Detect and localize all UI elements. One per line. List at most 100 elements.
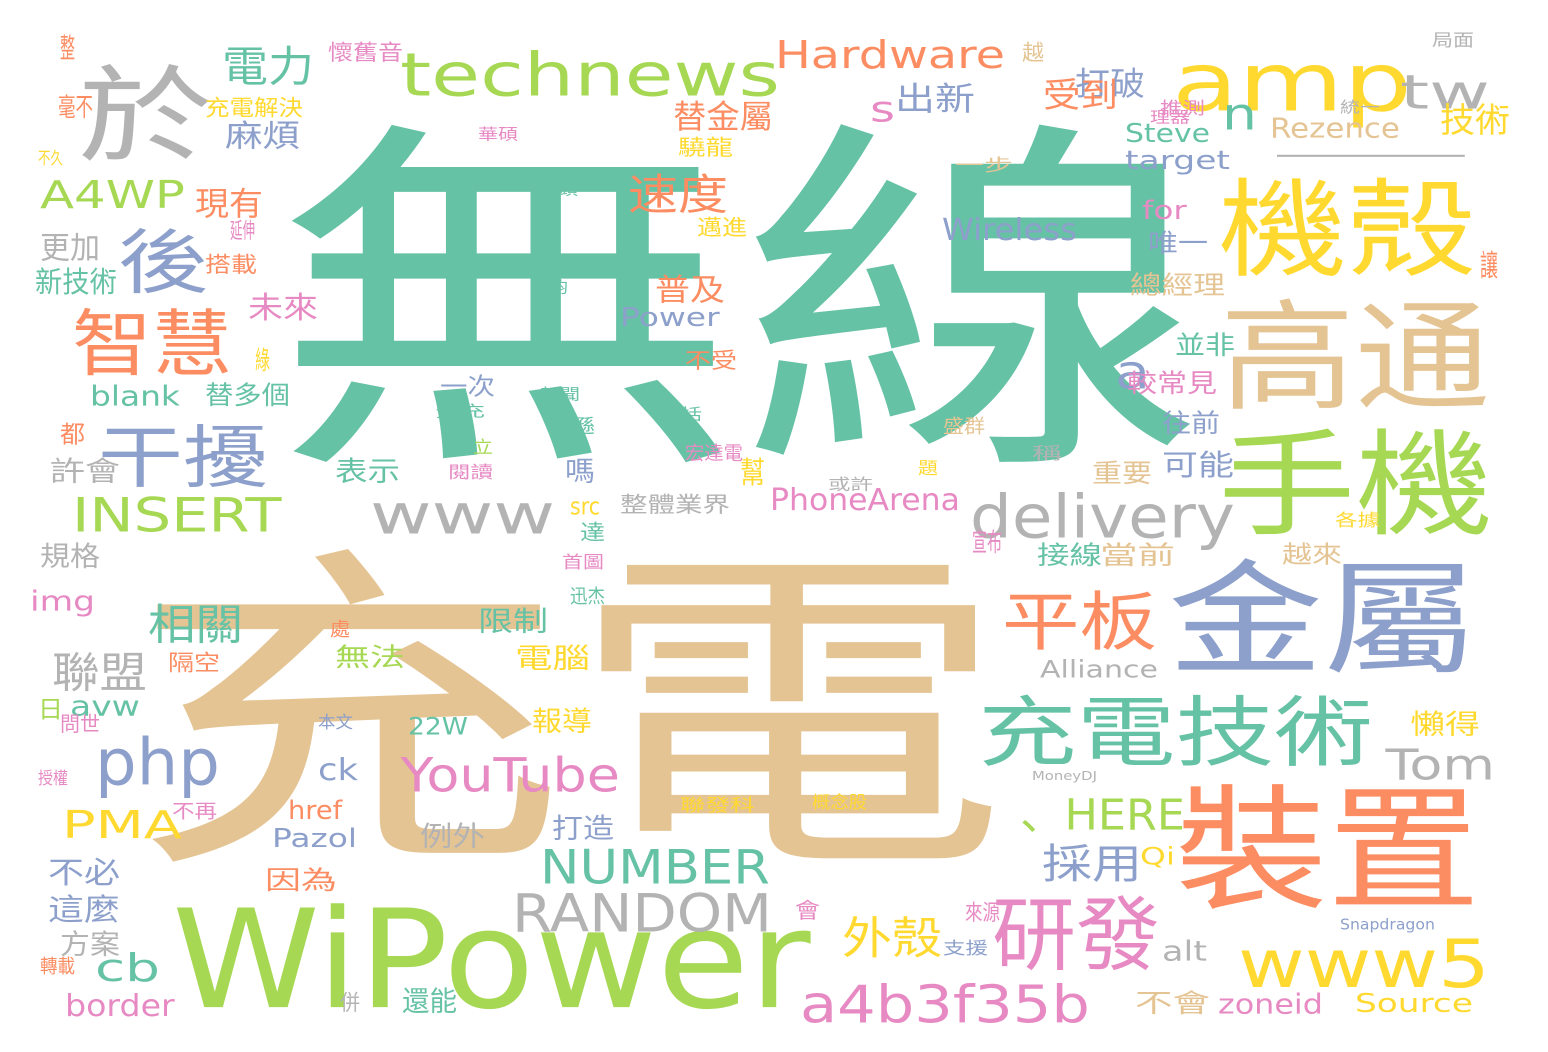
word-cjk-49: 技術 [1440, 101, 1510, 141]
word-cjk-3: 於 [78, 55, 213, 178]
word-cjk-150: 授權 [38, 768, 68, 788]
word-pazol: Pazol [272, 823, 357, 853]
word-cjk-110: 日 [38, 695, 63, 723]
word-cjk-92: 報導 [532, 705, 592, 737]
word-random: RANDOM [512, 883, 772, 944]
word-cjk-117: 驍龍 [678, 135, 733, 160]
word-src: src [570, 493, 600, 521]
word-cjk-116: 綠 [255, 346, 270, 375]
word-cjk-143: 宣布 [972, 528, 1002, 557]
word-cjk-99: 不必 [48, 855, 120, 890]
word-cjk-58: 未來 [248, 290, 318, 325]
word-cjk-156: 支援 [943, 938, 988, 959]
word-cjk-81: 當前 [1100, 540, 1175, 570]
word-pma: PMA [62, 803, 182, 847]
word-cjk-129: 山頭 [538, 181, 578, 199]
word-insert: INSERT [72, 488, 282, 543]
word-cjk-98: 打造 [552, 812, 614, 844]
word-cjk-111: 都 [60, 420, 85, 448]
word-cjk-8: 機殼 [1218, 168, 1476, 292]
word-cjk-51: 替金屬 [673, 98, 773, 136]
word-rezence: Rezence [1270, 112, 1400, 144]
word-cjk-147: 問世 [60, 712, 100, 736]
word-cjk-135: 立 [473, 438, 493, 457]
word-php: php [95, 726, 220, 800]
word-cjk-56: 毫不 [58, 94, 93, 123]
word-a4wp: A4WP [40, 173, 185, 217]
word-cjk-131: 分充 [435, 402, 485, 420]
word-cjk-69: 可能 [1162, 448, 1234, 482]
word-cjk-148: 本文 [318, 713, 353, 733]
word-cjk-152: 聯發科 [680, 796, 755, 816]
word-cjk-72: 表示 [335, 456, 400, 488]
word-cjk-15: 研發 [992, 889, 1160, 983]
word-cjk-158: 轉載 [40, 956, 75, 978]
word-cjk-48: 受到 [1043, 76, 1118, 115]
word-www: www [370, 482, 555, 547]
word-cjk-100: 這麼 [48, 892, 120, 927]
word-cjk-121: 讓 [1480, 248, 1498, 283]
word-cjk-154: 會 [795, 899, 820, 924]
word-cjk-125: 局面 [1432, 30, 1474, 51]
word-blank: blank [90, 381, 180, 413]
word-cjk-78: 整體業界 [620, 492, 730, 517]
word-cjk-118: 邁進 [697, 216, 747, 241]
word-cjk-151: 不再 [172, 800, 217, 822]
word-youtube: YouTube [399, 748, 619, 803]
word-cjk-85: 限制 [478, 606, 548, 637]
word-cjk-126: 懷舊音 [328, 41, 403, 66]
word-cjk-76: 幫 [740, 456, 765, 491]
word-cjk-132: 新聞 [540, 386, 580, 404]
word-cjk-86: 電腦 [515, 642, 590, 674]
word-alliance: Alliance [1040, 656, 1158, 683]
word-n: n [1222, 88, 1257, 140]
word-cjk-22: 干擾 [98, 419, 268, 499]
word-zoneid: zoneid [1218, 988, 1323, 1020]
word-cjk-53: 現有 [195, 185, 263, 223]
word-cjk-115: 搭載 [205, 252, 257, 277]
word-s: s [870, 88, 895, 130]
word-22w: 22W [408, 712, 468, 739]
word-tom: Tom [1384, 741, 1495, 790]
word-cjk-12: 裝置 [1175, 772, 1480, 930]
word-cjk-68: 往前 [1162, 409, 1220, 438]
word-cjk-128: 理器 [1150, 109, 1190, 127]
word-img: img [30, 586, 95, 618]
word-target: target [1125, 146, 1230, 176]
word-cjk-137: 宏達電 [685, 443, 743, 465]
word-cjk-42: 採用 [1042, 840, 1142, 888]
word-cjk-10: 手機 [1218, 418, 1493, 553]
word-ck: ck [318, 752, 358, 787]
word-cjk-93: 懶得 [1410, 709, 1480, 740]
word-cjk-13: 充電技術 [978, 688, 1373, 778]
word-cjk-146: 處 [330, 618, 350, 640]
word-cjk-66: 並非 [1175, 330, 1235, 360]
word-snapdragon: Snapdragon [1340, 915, 1435, 933]
word-cjk-153: 概念股 [812, 792, 867, 813]
word-cjk-130: 鈞 [550, 278, 568, 296]
word-cjk-145: 迅杰 [570, 586, 605, 608]
word-cjk-14: 平板 [1002, 585, 1157, 660]
word-cjk-134: 遜 [570, 415, 595, 437]
word-cjk-102: 因為 [265, 866, 337, 896]
word-cjk-65: 總經理 [1130, 270, 1225, 300]
word-power: Power [620, 302, 721, 332]
word-cjk-133: 包括 [660, 406, 702, 424]
word-cjk-101: 方案 [60, 928, 120, 960]
word-source: Source [1355, 989, 1473, 1019]
word-border: border [65, 989, 175, 1023]
word-cjk-141: 稱 [1032, 443, 1062, 463]
word-cjk-80: 接線 [1037, 540, 1102, 570]
word-cjk-21: 後 [118, 223, 208, 305]
word-cloud: 無線 充電 WiPower 於 technews amp tw 一機殼 高通 手機 金屬 裝置 充電技術… [0, 0, 1548, 1052]
word-cjk-139: 題 [918, 459, 938, 478]
word-cjk-144: 首圖 [562, 552, 604, 573]
word-alt: alt [1162, 936, 1207, 967]
word-hardware: Hardware [775, 33, 1005, 77]
word-cjk-82: 越來 [1282, 541, 1342, 568]
word-cjk-41: 外殼 [842, 913, 942, 965]
word-cjk-60: 替多個 [205, 381, 290, 410]
word-cjk-79: 達 [580, 521, 605, 546]
word-for: for [1142, 195, 1188, 225]
word-cjk-71: 許會 [50, 456, 120, 487]
